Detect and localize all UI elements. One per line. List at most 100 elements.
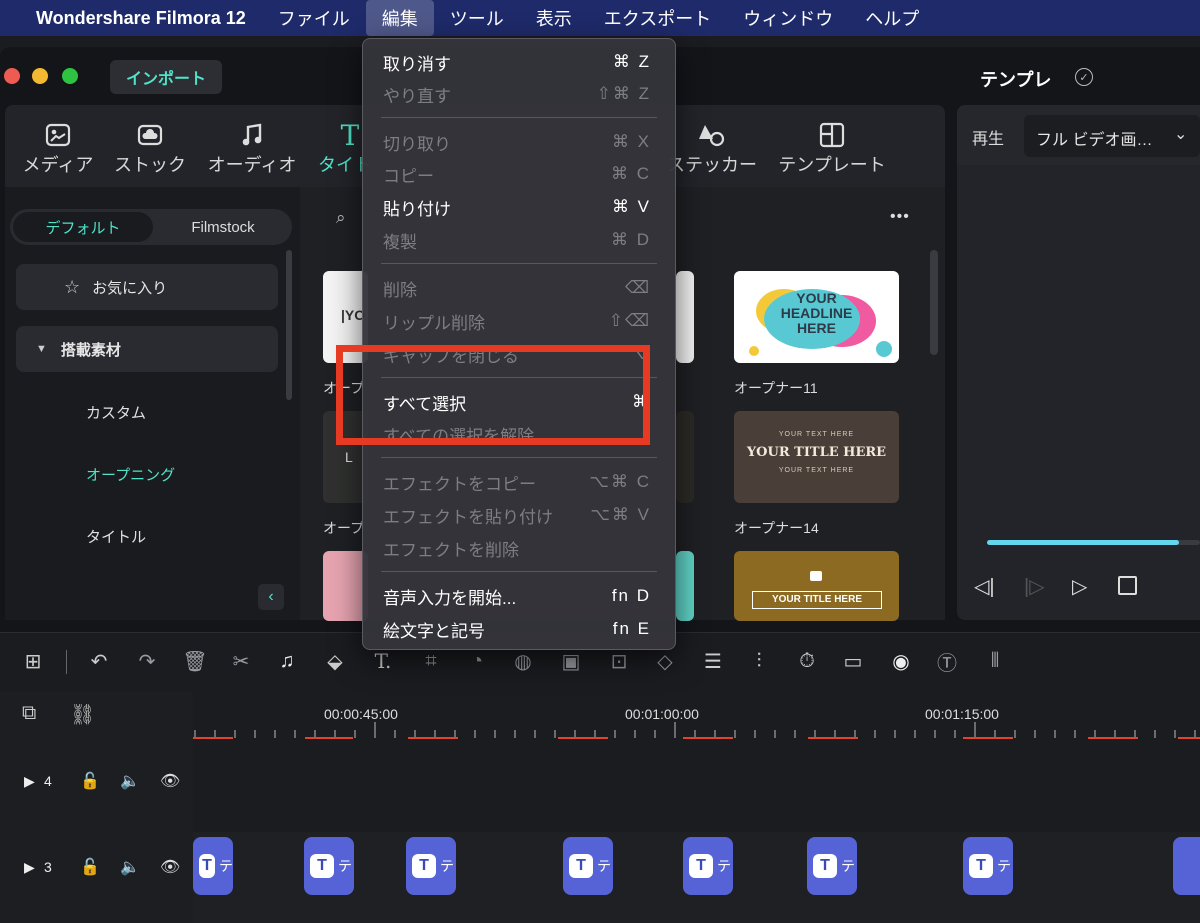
redo-icon[interactable]: ↷ [134, 648, 160, 674]
sidebar-item-title[interactable]: タイトル [86, 526, 146, 547]
menu-edit[interactable]: 編集 [365, 0, 434, 36]
title-clip[interactable]: Tテ [563, 837, 613, 895]
track3-speaker-icon[interactable]: 🔈 [120, 857, 140, 877]
title-clip-text: テ [219, 858, 233, 874]
title-clip[interactable]: Tテ [963, 837, 1013, 895]
collapse-sidebar-button[interactable]: ‹ [258, 584, 284, 610]
tab-media[interactable]: メディア [8, 119, 108, 177]
keyframe-icon[interactable]: ◇ [652, 648, 678, 674]
stop-icon[interactable] [1118, 576, 1137, 595]
title-clip[interactable]: Tテ [406, 837, 456, 895]
film-icon[interactable]: ▭ [840, 648, 866, 674]
title-clip[interactable]: Tテ [807, 837, 857, 895]
tab-stickers[interactable]: ステッカー [662, 119, 762, 177]
quality-select[interactable]: フル ビデオ画… ⌄ [1024, 115, 1200, 157]
text-icon[interactable]: T. [370, 648, 396, 674]
import-button[interactable]: インポート [110, 60, 222, 94]
menu-item-cut[interactable]: 切り取り ⌘ X [383, 127, 651, 157]
check-circle-icon[interactable]: ✓ [1075, 68, 1093, 86]
menu-item-paste[interactable]: 貼り付け ⌘ V [383, 192, 651, 222]
track3-lock-icon[interactable]: 🔓 [80, 857, 100, 877]
color-palette-icon[interactable]: ◍ [510, 648, 536, 674]
scissors-icon[interactable]: ✂ [228, 648, 254, 674]
tag-icon[interactable]: ⬙ [322, 648, 348, 674]
tab-templates[interactable]: テンプレート [772, 119, 892, 177]
step-back-icon[interactable]: ◁| [974, 574, 995, 599]
layout-icon[interactable]: ⊞ [20, 648, 46, 674]
menu-view[interactable]: 表示 [520, 0, 588, 36]
menu-item-delete[interactable]: 削除 ⌫ [383, 273, 651, 303]
unlink-icon[interactable]: ⛓ [70, 702, 95, 727]
track-4-lane[interactable] [193, 742, 1200, 832]
step-forward-icon[interactable]: |▷ [1024, 574, 1045, 599]
sidebar-item-custom[interactable]: カスタム [86, 402, 146, 423]
audio-beat-icon[interactable]: ♫ [274, 648, 300, 674]
zoom-window-button[interactable] [62, 68, 78, 84]
tts-icon[interactable]: Ⓣ [934, 648, 960, 675]
play-icon[interactable]: ▷ [1072, 574, 1087, 599]
title-clip[interactable]: Tテ [304, 837, 354, 895]
close-window-button[interactable] [4, 68, 20, 84]
menu-item-delete-effect[interactable]: エフェクトを削除 [383, 533, 651, 563]
menu-item-duplicate[interactable]: 複製 ⌘ D [383, 225, 651, 255]
portrait-icon[interactable]: ▣ [558, 648, 584, 674]
menu-help[interactable]: ヘルプ [849, 0, 935, 36]
segment-filmstock[interactable]: Filmstock [158, 212, 288, 242]
thumbnail-opener-d[interactable] [676, 271, 694, 363]
segment-default[interactable]: デフォルト [13, 212, 153, 242]
track4-lock-icon[interactable]: 🔓 [80, 771, 100, 791]
menu-item-label: 複製 [383, 232, 417, 252]
audio-wave-icon[interactable]: ◉ [888, 648, 914, 674]
sidebar-item-favorites[interactable]: ☆ お気に入り [16, 264, 278, 310]
thumbnail-opener-e[interactable] [676, 411, 694, 503]
delete-icon[interactable]: 🗑 [182, 648, 208, 674]
track3-eye-icon[interactable]: 👁 [160, 857, 180, 877]
menu-export[interactable]: エクスポート [588, 0, 727, 36]
track4-speaker-icon[interactable]: 🔈 [120, 771, 140, 791]
thumbnail-opener-f[interactable] [676, 551, 694, 621]
menu-item-emoji-symbols[interactable]: 絵文字と記号 fn E [383, 614, 651, 644]
toolbar-divider [66, 650, 67, 674]
adjust-icon[interactable]: ☰ [700, 648, 726, 674]
sidebar-item-builtin[interactable]: ▼ 搭載素材 [16, 326, 278, 372]
menu-item-paste-effect[interactable]: エフェクトを貼り付け ⌥⌘ V [383, 500, 651, 530]
speed-icon[interactable]: ◔ [464, 648, 490, 674]
preview-progress-track[interactable] [987, 540, 1200, 545]
more-options-icon[interactable]: ••• [890, 208, 910, 226]
track4-eye-icon[interactable]: 👁 [160, 771, 180, 791]
app-menu[interactable]: Wondershare Filmora 12 [0, 0, 262, 36]
audio-mixer-icon[interactable]: ⫶ [746, 648, 772, 674]
minimize-window-button[interactable] [32, 68, 48, 84]
time-label-1m00s: 00:01:00:00 [625, 706, 699, 722]
menu-item-undo[interactable]: 取り消す ⌘ Z [383, 47, 651, 77]
search-icon[interactable]: ⌕ [336, 208, 346, 228]
menu-item-shortcut: ⌫ [624, 278, 651, 297]
crop-icon[interactable]: ⌗ [418, 648, 444, 674]
menu-file[interactable]: ファイル [262, 0, 366, 36]
title-clip[interactable]: Tテ [683, 837, 733, 895]
content-scrollbar[interactable] [930, 250, 938, 355]
menu-item-start-dictation[interactable]: 音声入力を開始... fn D [383, 581, 651, 611]
sidebar-scrollbar[interactable] [286, 250, 292, 400]
menu-window[interactable]: ウィンドウ [727, 0, 849, 36]
fit-icon[interactable]: ⊡ [606, 648, 632, 674]
edit-menu: 取り消す ⌘ Z やり直す ⇧⌘ Z 切り取り ⌘ X コピー ⌘ C 貼り付け ⌘ V … [362, 38, 676, 650]
timer-icon[interactable]: ⏱ [794, 648, 820, 674]
tab-stock[interactable]: ストック [100, 119, 200, 177]
thumbnail-opener-11[interactable]: YOUR HEADLINE HERE [734, 271, 899, 363]
undo-icon[interactable]: ↶ [86, 648, 112, 674]
add-track-icon[interactable]: ⧉ [22, 702, 36, 725]
tab-audio[interactable]: オーディオ [202, 119, 302, 177]
title-clip[interactable] [1173, 837, 1200, 895]
sidebar-item-opening[interactable]: オープニング [86, 464, 175, 485]
menu-tools[interactable]: ツール [434, 0, 520, 36]
thumbnail-opener-gold[interactable]: YOUR TITLE HERE [734, 551, 899, 621]
menu-item-shortcut: ⌘ X [611, 132, 651, 151]
menu-item-copy[interactable]: コピー ⌘ C [383, 159, 651, 189]
menu-item-copy-effect[interactable]: エフェクトをコピー ⌥⌘ C [383, 467, 651, 497]
title-clip[interactable]: Tテ [193, 837, 233, 895]
thumbnail-opener-14[interactable]: YOUR TEXT HERE YOUR TITLE HERE YOUR TEXT… [734, 411, 899, 503]
menu-item-redo[interactable]: やり直す ⇧⌘ Z [383, 79, 651, 109]
waveform-icon[interactable]: ⦀ [982, 648, 1008, 674]
menu-item-ripple-delete[interactable]: リップル削除 ⇧⌫ [383, 306, 651, 336]
